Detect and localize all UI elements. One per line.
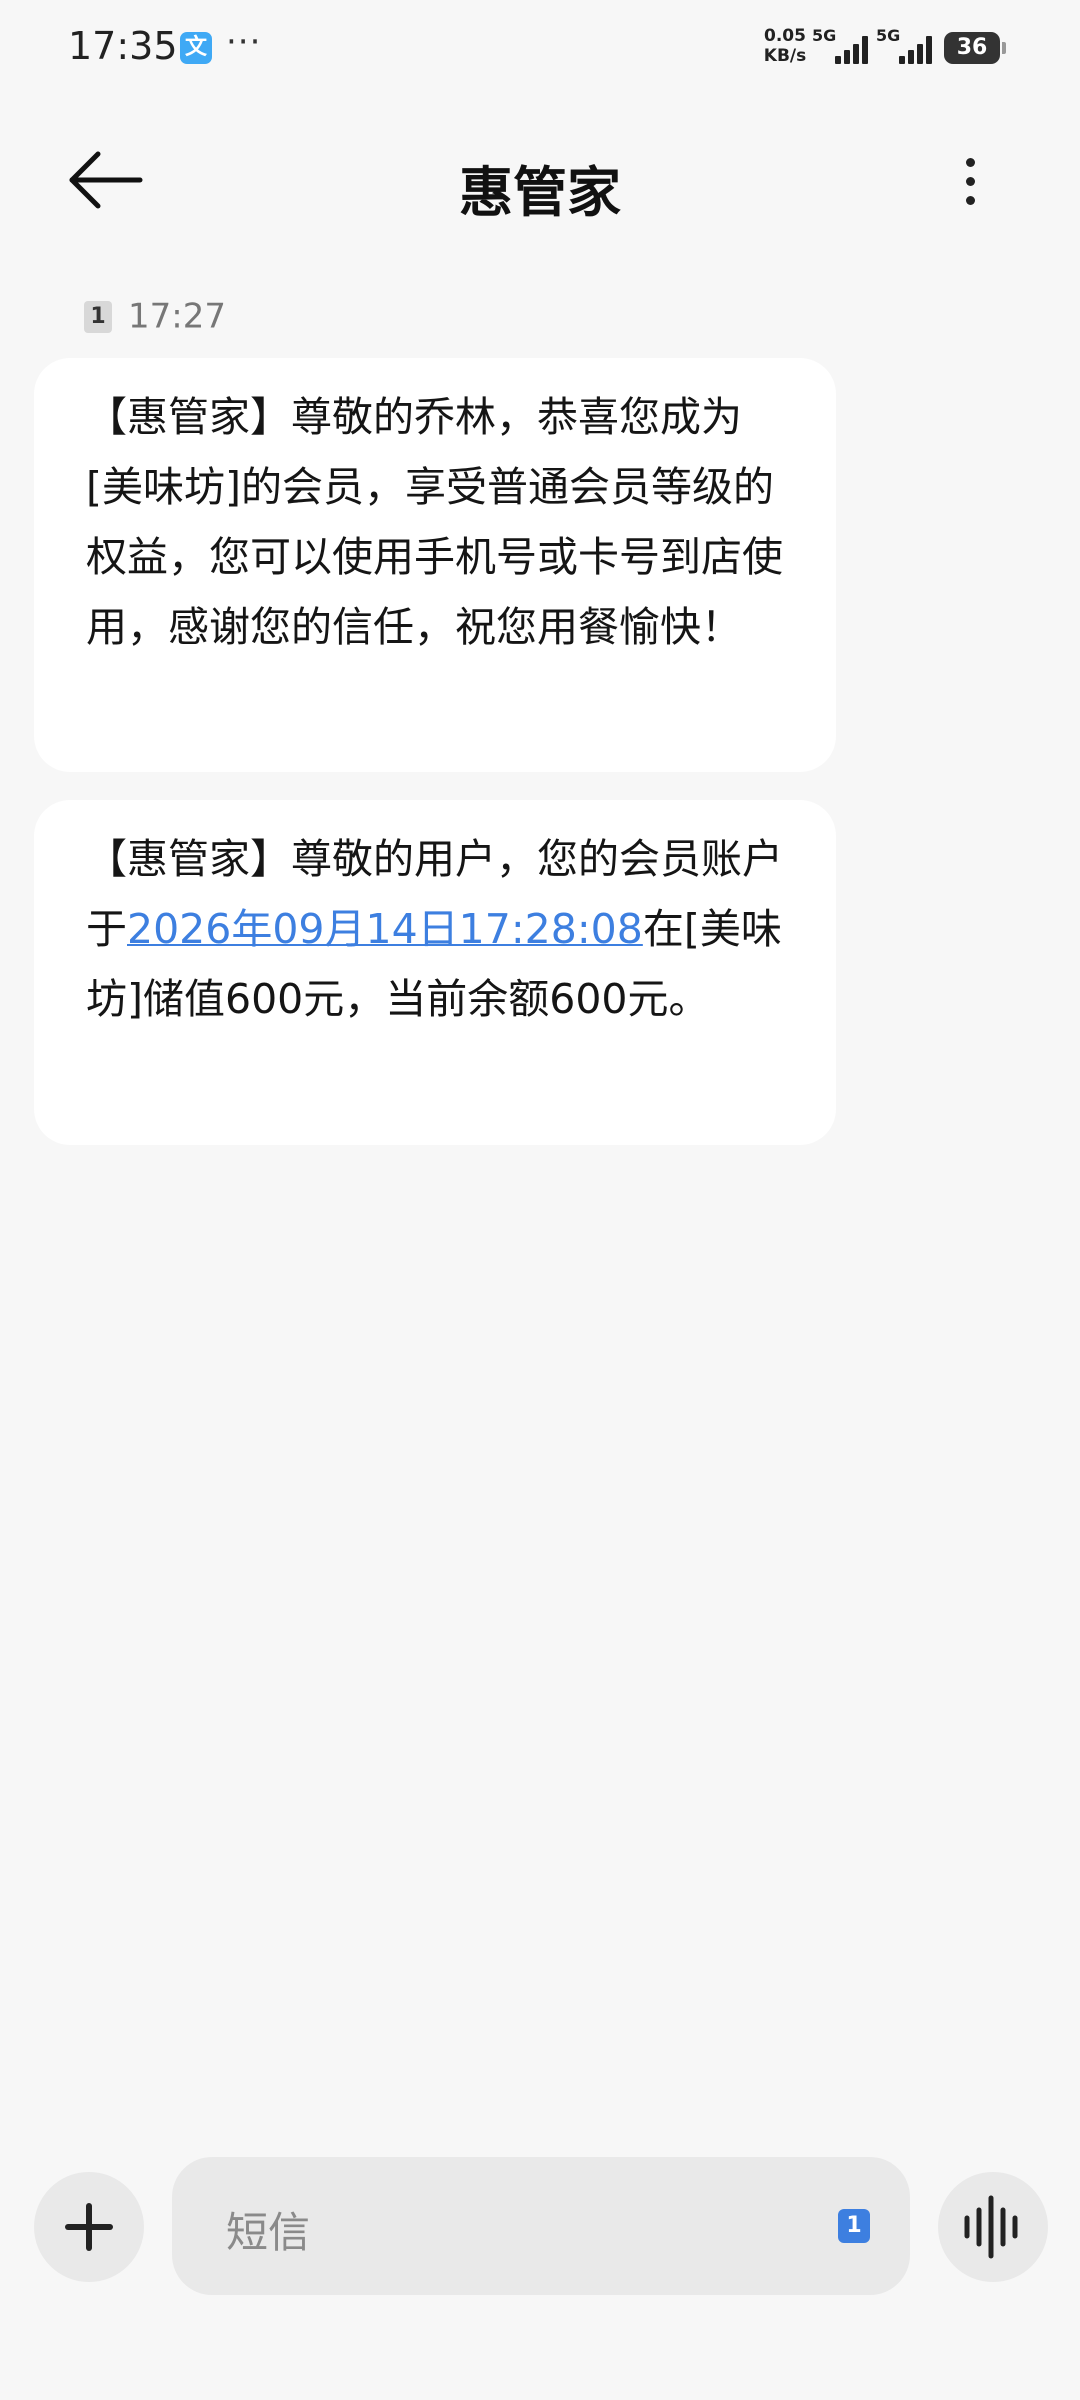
more-vertical-icon (966, 177, 975, 186)
date-link[interactable]: 2026年09月14日17:28:08 (127, 905, 643, 953)
message-input[interactable]: 短信 1 (172, 2157, 910, 2295)
message-text: 【惠管家】尊敬的乔林，恭喜您成为[美味坊]的会员，享受普通会员等级的权益，您可以… (86, 393, 783, 651)
signal-bars-icon (896, 36, 932, 64)
message-bubble[interactable]: 【惠管家】尊敬的用户，您的会员账户于2026年09月14日17:28:08在[美… (34, 800, 836, 1145)
more-vertical-icon (966, 158, 975, 167)
page-title: 惠管家 (459, 161, 621, 224)
more-options-button[interactable] (940, 146, 1000, 216)
signal-bars-icon (832, 36, 868, 64)
timestamp-text: 17:27 (128, 296, 226, 337)
status-bar: 17:35 文 ··· 0.05 KB/s 5G 5G 36 (0, 0, 1080, 96)
voice-wave-icon (964, 2195, 1018, 2259)
sim-card-badge: 1 (84, 300, 112, 333)
battery-icon: 36 (944, 32, 1006, 64)
status-more-icon: ··· (226, 22, 262, 62)
network-speed: 0.05 KB/s (760, 26, 810, 66)
messages-screen: 17:35 文 ··· 0.05 KB/s 5G 5G 36 惠管家 1 17:… (0, 0, 1080, 2400)
network-speed-value: 0.05 (764, 26, 806, 46)
translate-app-icon: 文 (180, 32, 212, 64)
sim-select-button[interactable]: 1 (838, 2209, 870, 2243)
signal-icon-sim1: 5G (812, 26, 868, 66)
more-vertical-icon (966, 196, 975, 205)
status-time: 17:35 (68, 24, 178, 68)
voice-input-button[interactable] (938, 2172, 1048, 2282)
title-bar: 惠管家 (0, 130, 1080, 230)
input-placeholder: 短信 (226, 2208, 311, 2257)
signal-icon-sim2: 5G (876, 26, 932, 66)
message-timestamp: 1 17:27 (84, 295, 226, 337)
add-attachment-button[interactable] (34, 2172, 144, 2282)
message-bubble[interactable]: 【惠管家】尊敬的乔林，恭喜您成为[美味坊]的会员，享受普通会员等级的权益，您可以… (34, 358, 836, 772)
network-speed-unit: KB/s (763, 46, 807, 66)
